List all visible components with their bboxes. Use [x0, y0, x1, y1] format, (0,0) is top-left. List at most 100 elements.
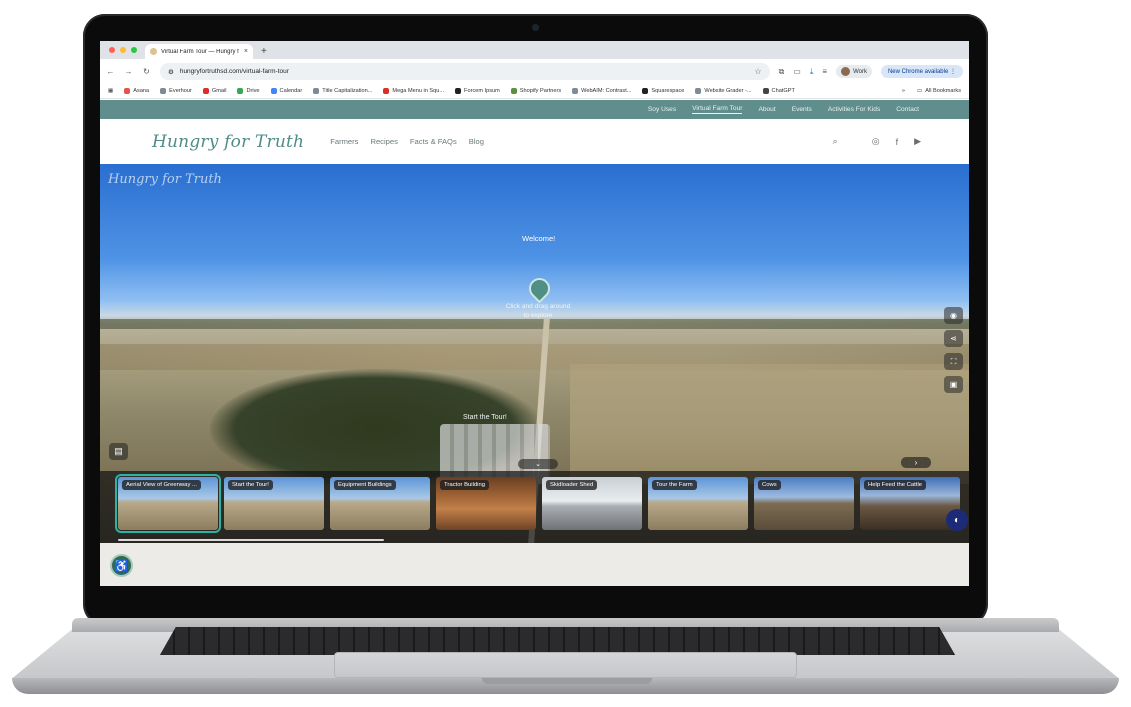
eye-icon[interactable]: ◉: [944, 307, 963, 324]
scene-label: Equipment Buildings: [334, 480, 396, 490]
tour-brand-icon[interactable]: ◐: [946, 509, 968, 531]
bookmark-label: Shopify Partners: [519, 88, 562, 94]
keyboard: [160, 627, 955, 655]
bookmark-icon: [510, 88, 517, 94]
scene-label: Skidloader Shed: [546, 480, 598, 490]
nav-soy-uses[interactable]: Soy Uses: [648, 106, 676, 113]
location-pin-icon[interactable]: [524, 273, 555, 304]
scene-thumbnail[interactable]: Tractor Building: [436, 477, 536, 530]
bookmark-icon: [762, 88, 769, 94]
bookmark-star-icon[interactable]: ☆: [754, 67, 761, 76]
avatar: [841, 67, 851, 76]
bookmark-label: ChatGPT: [771, 88, 795, 94]
bookmark-item[interactable]: Everhour: [160, 88, 192, 94]
close-window-button[interactable]: [109, 47, 115, 53]
scene-thumbnail[interactable]: Start the Tour!: [224, 477, 324, 530]
scene-thumbnail[interactable]: Skidloader Shed: [542, 477, 642, 530]
bookmark-icon: [642, 88, 649, 94]
scene-label: Help Feed the Cattle: [864, 480, 927, 490]
laptop-notch: [482, 678, 652, 684]
bookmark-item[interactable]: Asana: [124, 88, 149, 94]
bookmark-item[interactable]: Squarespace: [642, 88, 684, 94]
scene-thumbnail[interactable]: Equipment Buildings: [330, 477, 430, 530]
bookmark-label: Gmail: [211, 88, 227, 94]
bookmark-item[interactable]: Forcem Ipsum: [455, 88, 500, 94]
bookmark-label: Title Capitalization...: [322, 88, 373, 94]
scene-thumbnail[interactable]: Cows: [754, 477, 854, 530]
floorplan-map-icon[interactable]: ▤: [109, 443, 128, 460]
scene-thumbnail[interactable]: Help Feed the Cattle: [860, 477, 960, 530]
bookmark-item[interactable]: Gmail: [202, 88, 227, 94]
bookmark-item[interactable]: Shopify Partners: [510, 88, 562, 94]
forward-icon[interactable]: →: [124, 67, 133, 76]
minimize-window-button[interactable]: [120, 47, 126, 53]
new-tab-button[interactable]: +: [261, 46, 267, 57]
utility-nav: Soy Uses Virtual Farm Tour About Events …: [100, 100, 969, 119]
close-tab-icon[interactable]: ×: [244, 48, 248, 55]
extensions-icon[interactable]: ⧉: [779, 67, 785, 77]
nav-events[interactable]: Events: [792, 106, 812, 113]
chevron-down-icon[interactable]: ⌄: [518, 459, 558, 469]
nav-farmers[interactable]: Farmers: [330, 137, 358, 146]
nav-activities-for-kids[interactable]: Activities For Kids: [828, 106, 880, 113]
chrome-update-button[interactable]: New Chrome available ⋮: [880, 65, 963, 78]
cast-icon[interactable]: ▭: [793, 67, 801, 76]
bookmark-label: WebAIM: Contrast...: [581, 88, 632, 94]
nav-facts-faqs[interactable]: Facts & FAQs: [410, 137, 457, 146]
scene-thumbnail[interactable]: Tour the Farm: [648, 477, 748, 530]
bookmarks-overflow-icon[interactable]: »: [902, 88, 905, 94]
bookmark-item[interactable]: Website Grader -...: [695, 88, 752, 94]
bookmark-icon: [124, 88, 131, 94]
bookmark-item[interactable]: WebAIM: Contrast...: [572, 88, 631, 94]
nav-recipes[interactable]: Recipes: [370, 137, 397, 146]
address-bar[interactable]: ⚙ hungryfortruthsd.com/virtual-farm-tour…: [160, 63, 770, 80]
scene-thumbnail-strip: Aerial View of Greenway ... Start the To…: [100, 471, 969, 543]
apps-icon[interactable]: ▦: [108, 88, 113, 94]
virtual-tour-viewer[interactable]: Hungry for Truth Welcome! Click and drag…: [100, 164, 969, 543]
youtube-icon[interactable]: ▶: [914, 136, 921, 147]
bookmark-icon: [572, 88, 579, 94]
reload-icon[interactable]: ↻: [142, 67, 151, 76]
chevron-right-icon[interactable]: ›: [901, 457, 931, 468]
all-bookmarks-label: All Bookmarks: [925, 88, 961, 94]
bookmark-item[interactable]: Drive: [237, 88, 260, 94]
nav-contact[interactable]: Contact: [896, 106, 919, 113]
reading-list-icon[interactable]: ≡: [822, 67, 827, 76]
site-logo[interactable]: Hungry for Truth: [152, 132, 304, 152]
bookmark-item[interactable]: Calendar: [270, 88, 302, 94]
tab-virtual-farm-tour[interactable]: Virtual Farm Tour — Hungry f ×: [145, 44, 253, 59]
start-tour-hotspot[interactable]: Start the Tour!: [463, 414, 507, 421]
profile-button[interactable]: Work: [836, 65, 872, 78]
download-icon[interactable]: ⤓: [810, 67, 814, 77]
thumbnail-scrollbar[interactable]: [118, 539, 384, 541]
nav-about[interactable]: About: [758, 106, 775, 113]
bookmark-label: Forcem Ipsum: [464, 88, 500, 94]
trackpad: [334, 652, 797, 678]
search-icon[interactable]: ⌕: [833, 136, 838, 147]
laptop: Virtual Farm Tour — Hungry f × + ← → ↻ ⚙…: [0, 0, 1131, 707]
accessibility-icon[interactable]: ♿: [110, 554, 133, 577]
site-info-icon[interactable]: ⚙: [168, 68, 174, 76]
nav-blog[interactable]: Blog: [469, 137, 484, 146]
toolbar: ← → ↻ ⚙ hungryfortruthsd.com/virtual-far…: [100, 59, 969, 84]
bookmark-item[interactable]: ChatGPT: [762, 88, 795, 94]
back-icon[interactable]: ←: [106, 67, 115, 76]
url-text: hungryfortruthsd.com/virtual-farm-tour: [179, 68, 289, 75]
header-icons: ⌕ ◎ f ▶: [833, 136, 921, 147]
instagram-icon[interactable]: ◎: [872, 136, 880, 147]
bookmark-label: Drive: [246, 88, 260, 94]
scene-label: Cows: [758, 480, 781, 490]
nav-virtual-farm-tour[interactable]: Virtual Farm Tour: [692, 105, 743, 114]
maximize-window-button[interactable]: [131, 47, 137, 53]
scene-thumbnail[interactable]: Aerial View of Greenway ...: [115, 474, 221, 533]
update-label: New Chrome available: [887, 69, 949, 75]
all-bookmarks-button[interactable]: ▭ All Bookmarks: [917, 88, 961, 94]
scene-list: Aerial View of Greenway ... Start the To…: [115, 474, 960, 533]
bookmark-item[interactable]: Mega Menu in Squ...: [383, 88, 444, 94]
share-icon[interactable]: ⋖: [944, 330, 963, 347]
vr-headset-icon[interactable]: ▣: [944, 376, 963, 393]
scene-label: Aerial View of Greenway ...: [122, 480, 201, 490]
bookmark-item[interactable]: Title Capitalization...: [313, 88, 372, 94]
facebook-icon[interactable]: f: [896, 137, 899, 147]
fullscreen-icon[interactable]: ⛶: [944, 353, 963, 370]
